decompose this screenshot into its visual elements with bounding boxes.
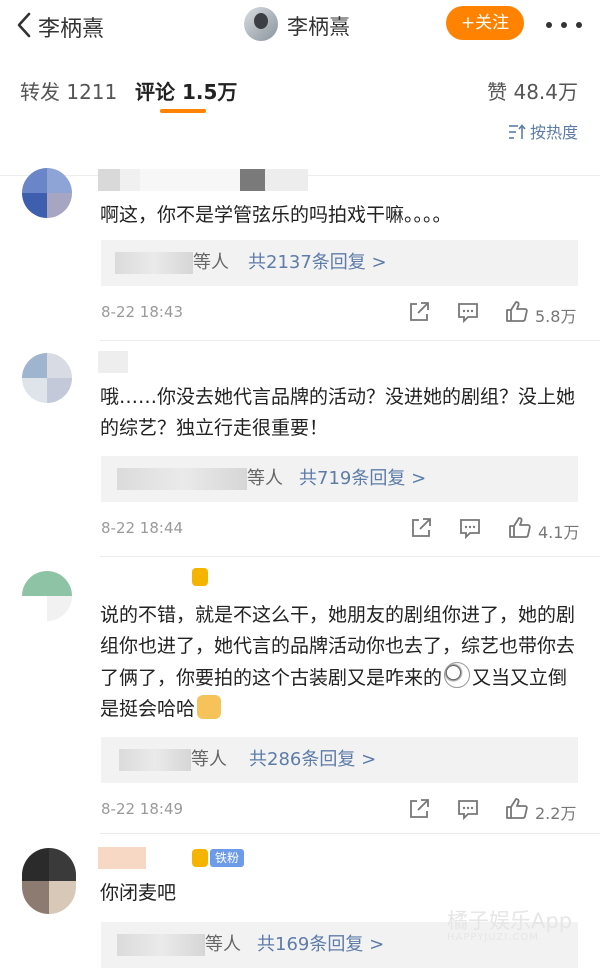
tab-comments[interactable]: 评论 1.5万	[135, 76, 237, 105]
follow-button[interactable]: +关注	[446, 6, 524, 40]
share-icon[interactable]	[409, 516, 433, 540]
divider	[100, 833, 600, 834]
blurred-reply-names	[117, 934, 205, 956]
like-count: 4.1万	[538, 523, 580, 542]
sort-by-hot-button[interactable]: 按热度	[508, 119, 578, 143]
profile-title: 李柄熹	[287, 15, 350, 39]
more-icon[interactable]	[546, 22, 582, 28]
like-icon[interactable]	[505, 797, 529, 821]
comment-text: 啊这，你不是学管弦乐的吗拍戏干嘛。。。。	[100, 204, 452, 226]
timestamp: 8-22 18:44	[101, 519, 184, 537]
back-label[interactable]: 李柄熹	[38, 11, 104, 43]
avatar[interactable]	[22, 168, 72, 218]
blurred-reply-names	[117, 468, 247, 490]
timestamp: 8-22 18:43	[101, 303, 184, 321]
watermark-sub: HAPPYJUZI.COM	[447, 932, 539, 943]
fan-level-label: 铁粉	[210, 849, 245, 867]
like-count: 5.8万	[535, 307, 577, 326]
comment-icon[interactable]	[456, 300, 480, 324]
top-bar: 李柄熹 李柄熹 +关注	[0, 0, 600, 50]
comment-text: 说的不错，就是不这么干，她朋友的剧组你进了，她的剧组你也进了，她代言的品牌活动你…	[100, 600, 580, 725]
timestamp: 8-22 18:49	[101, 800, 184, 818]
fan-medal-badge	[192, 568, 208, 588]
reply-suffix: 等人	[247, 468, 283, 489]
comment-meta: 8-22 18:43 5.8万	[101, 300, 581, 326]
share-icon[interactable]	[407, 797, 431, 821]
comment-meta: 8-22 18:44 4.1万	[101, 516, 581, 542]
reply-suffix: 等人	[191, 749, 227, 770]
username[interactable]	[98, 847, 146, 869]
view-replies-link[interactable]: 共169条回复 >	[257, 922, 384, 968]
share-icon[interactable]	[407, 300, 431, 324]
avatar[interactable]	[22, 571, 72, 621]
replies-preview[interactable]: 等人 共2137条回复 >	[101, 240, 578, 286]
medal-icon	[192, 568, 208, 586]
sort-icon	[508, 124, 526, 139]
view-replies-link[interactable]: 共2137条回复 >	[248, 240, 387, 286]
thumbs-up-emoji-icon	[197, 695, 222, 719]
comment-icon[interactable]	[456, 797, 480, 821]
medal-icon	[192, 849, 208, 867]
reply-suffix: 等人	[205, 934, 241, 955]
profile-avatar[interactable]	[244, 7, 278, 41]
blurred-reply-names	[119, 749, 191, 771]
sort-row: 按热度	[0, 120, 600, 152]
like-icon[interactable]	[505, 300, 529, 324]
active-tab-indicator	[160, 109, 206, 113]
replies-preview[interactable]: 等人 共286条回复 >	[101, 737, 578, 783]
back-chevron-icon[interactable]	[10, 10, 40, 40]
sort-label: 按热度	[529, 123, 578, 142]
blurred-reply-names	[115, 252, 193, 274]
divider	[100, 340, 600, 341]
watermark-main: 橘子娱乐App	[447, 909, 573, 933]
comment-icon[interactable]	[458, 516, 482, 540]
replies-preview[interactable]: 等人 共719条回复 >	[101, 456, 578, 502]
tab-likes[interactable]: 赞 48.4万	[487, 76, 578, 105]
like-icon[interactable]	[508, 516, 532, 540]
avatar[interactable]	[22, 848, 76, 914]
view-replies-link[interactable]: 共286条回复 >	[249, 737, 376, 783]
fan-medal-badge: 铁粉	[192, 849, 245, 869]
username[interactable]	[98, 169, 308, 191]
panda-emoji-icon	[444, 662, 471, 688]
tab-reposts[interactable]: 转发 1211	[20, 76, 117, 105]
view-replies-link[interactable]: 共719条回复 >	[299, 456, 426, 502]
avatar[interactable]	[22, 353, 72, 403]
reply-suffix: 等人	[193, 252, 229, 273]
divider	[100, 556, 600, 557]
username[interactable]	[98, 351, 128, 373]
tab-bar: 转发 1211 评论 1.5万 赞 48.4万	[0, 56, 600, 176]
comment-text: 哦……你没去她代言品牌的活动？没进她的剧组？没上她的综艺？独立行走很重要！	[100, 386, 576, 439]
like-count: 2.2万	[535, 804, 577, 823]
comment-meta: 8-22 18:49 2.2万	[101, 797, 581, 823]
watermark: 橘子娱乐App HAPPYJUZI.COM	[447, 905, 572, 943]
